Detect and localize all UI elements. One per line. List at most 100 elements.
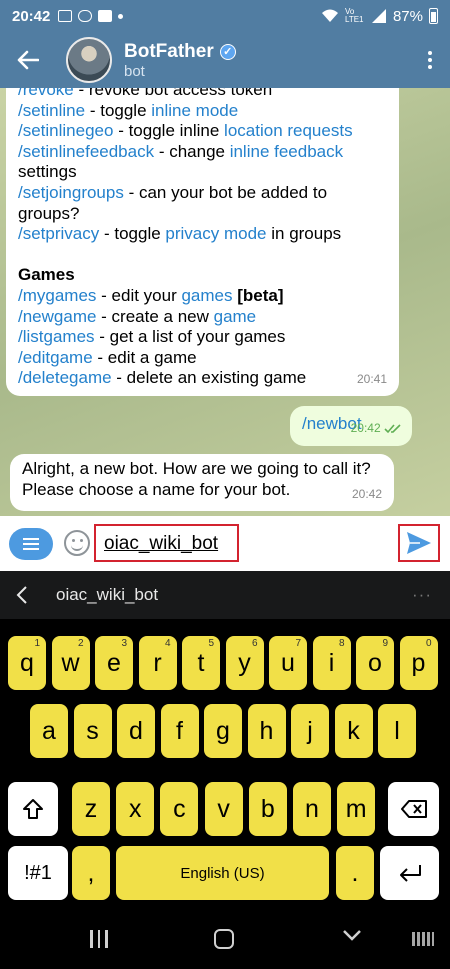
bot-menu-button[interactable] xyxy=(9,528,53,560)
key-label: g xyxy=(216,716,230,745)
avatar[interactable] xyxy=(66,37,112,83)
command-link[interactable]: /mygames xyxy=(18,286,96,305)
backspace-key[interactable] xyxy=(388,782,439,836)
message-input[interactable]: oiac_wiki_bot xyxy=(94,524,239,562)
more-options-button[interactable] xyxy=(410,51,450,69)
command-link[interactable]: /setinlinegeo xyxy=(18,121,113,140)
help-text-segment: - can your bot be added to xyxy=(123,182,328,202)
key-o[interactable]: o9 xyxy=(356,636,394,690)
key-label: q xyxy=(20,648,34,677)
help-text: /revoke - revoke bot access token/setinl… xyxy=(18,88,387,389)
command-link[interactable]: /newgame xyxy=(18,307,96,326)
key-h[interactable]: h xyxy=(247,704,286,758)
key-u[interactable]: u7 xyxy=(269,636,307,690)
message-time: 20:42 xyxy=(350,421,381,436)
command-link[interactable]: /revoke xyxy=(18,88,74,99)
command-link[interactable]: /listgames xyxy=(18,327,95,346)
inline-link[interactable]: games xyxy=(181,286,232,305)
inline-link[interactable]: privacy mode xyxy=(165,224,266,243)
space-key[interactable]: English (US) xyxy=(116,846,329,900)
inline-link[interactable]: inline mode xyxy=(151,101,238,120)
help-text-segment: - get a list of your games xyxy=(94,327,286,347)
inline-link[interactable]: inline feedback xyxy=(230,142,343,161)
help-line: /listgames - get a list of your games xyxy=(18,327,387,348)
chat-area[interactable]: /revoke - revoke bot access token/setinl… xyxy=(0,88,450,516)
key-label: a xyxy=(42,716,56,745)
key-x[interactable]: x xyxy=(116,782,155,836)
suggestion-word[interactable]: oiac_wiki_bot xyxy=(56,585,158,605)
key-l[interactable]: l xyxy=(378,704,416,758)
inline-link[interactable]: location requests xyxy=(224,121,353,140)
command-link[interactable]: /setjoingroups xyxy=(18,183,124,202)
inline-link[interactable]: game xyxy=(214,307,257,326)
command-link[interactable]: /setinline xyxy=(18,101,85,120)
key-label: m xyxy=(345,794,367,823)
key-s[interactable]: s xyxy=(73,704,112,758)
period-key[interactable]: . xyxy=(336,846,374,900)
key-y[interactable]: y6 xyxy=(225,636,264,690)
key-z[interactable]: z xyxy=(72,782,110,836)
message-input-value: oiac_wiki_bot xyxy=(104,533,219,554)
help-line: /setinline - toggle inline mode xyxy=(18,101,387,122)
help-line: /setprivacy - toggle privacy mode in gro… xyxy=(18,224,387,245)
wifi-icon xyxy=(321,9,338,22)
nav-back-button[interactable] xyxy=(342,928,362,946)
key-p[interactable]: p0 xyxy=(399,636,438,690)
key-label: c xyxy=(173,794,186,823)
back-button[interactable] xyxy=(0,32,56,88)
command-link[interactable]: /editgame xyxy=(18,348,93,367)
key-m[interactable]: m xyxy=(337,782,376,836)
key-e[interactable]: e3 xyxy=(95,636,133,690)
keyboard-switch-icon[interactable] xyxy=(412,932,434,946)
more-suggestions-button[interactable]: ··· xyxy=(412,585,432,605)
key-g[interactable]: g xyxy=(204,704,242,758)
space-key-label: English (US) xyxy=(180,864,265,882)
enter-key[interactable] xyxy=(380,846,439,900)
key-q[interactable]: q1 xyxy=(8,636,46,690)
command-link[interactable]: /setinlinefeedback xyxy=(18,142,154,161)
key-c[interactable]: c xyxy=(160,782,199,836)
key-i[interactable]: i8 xyxy=(312,636,351,690)
key-r[interactable]: r4 xyxy=(138,636,177,690)
help-text-segment: - create a new xyxy=(96,306,214,326)
help-line: settings xyxy=(18,162,387,183)
key-label: u xyxy=(281,648,295,677)
key-n[interactable]: n xyxy=(293,782,331,836)
chat-title-block[interactable]: BotFather ✓ bot xyxy=(124,41,236,80)
key-a[interactable]: a xyxy=(30,704,68,758)
help-line: /editgame - edit a game xyxy=(18,348,387,369)
shift-key[interactable] xyxy=(8,782,58,836)
key-number-hint: 1 xyxy=(34,638,40,649)
emoji-icon[interactable] xyxy=(64,530,90,556)
status-bar: 20:42 Vo LTE1 87% xyxy=(0,0,450,32)
keyboard-suggestion-bar: oiac_wiki_bot ··· xyxy=(0,571,450,619)
command-link[interactable]: /deletegame xyxy=(18,368,112,387)
key-w[interactable]: w2 xyxy=(51,636,90,690)
key-d[interactable]: d xyxy=(117,704,155,758)
key-number-hint: 2 xyxy=(77,638,84,649)
outgoing-meta: 20:42 xyxy=(351,418,402,439)
collapse-toolbar-button[interactable] xyxy=(0,585,44,605)
recent-apps-button[interactable] xyxy=(90,930,108,948)
home-button[interactable] xyxy=(214,929,234,949)
enter-icon xyxy=(399,865,421,882)
message-reply-bubble: Alright, a new bot. How are we going to … xyxy=(10,454,394,511)
comma-key-label: , xyxy=(87,858,95,887)
comma-key[interactable]: , xyxy=(72,846,110,900)
send-button[interactable] xyxy=(398,524,440,562)
message-time: 20:42 xyxy=(351,487,382,502)
key-label: o xyxy=(368,648,382,677)
key-label: v xyxy=(217,794,230,823)
key-v[interactable]: v xyxy=(204,782,243,836)
key-b[interactable]: b xyxy=(248,782,287,836)
symbols-key[interactable]: !#1 xyxy=(8,846,68,900)
key-f[interactable]: f xyxy=(160,704,199,758)
battery-icon xyxy=(429,8,438,24)
key-t[interactable]: t5 xyxy=(182,636,220,690)
key-j[interactable]: j xyxy=(291,704,329,758)
help-text-segment: [beta] xyxy=(232,285,284,305)
double-check-icon xyxy=(384,424,401,434)
help-text-segment: - toggle xyxy=(85,100,152,120)
key-k[interactable]: k xyxy=(334,704,373,758)
command-link[interactable]: /setprivacy xyxy=(18,224,99,243)
